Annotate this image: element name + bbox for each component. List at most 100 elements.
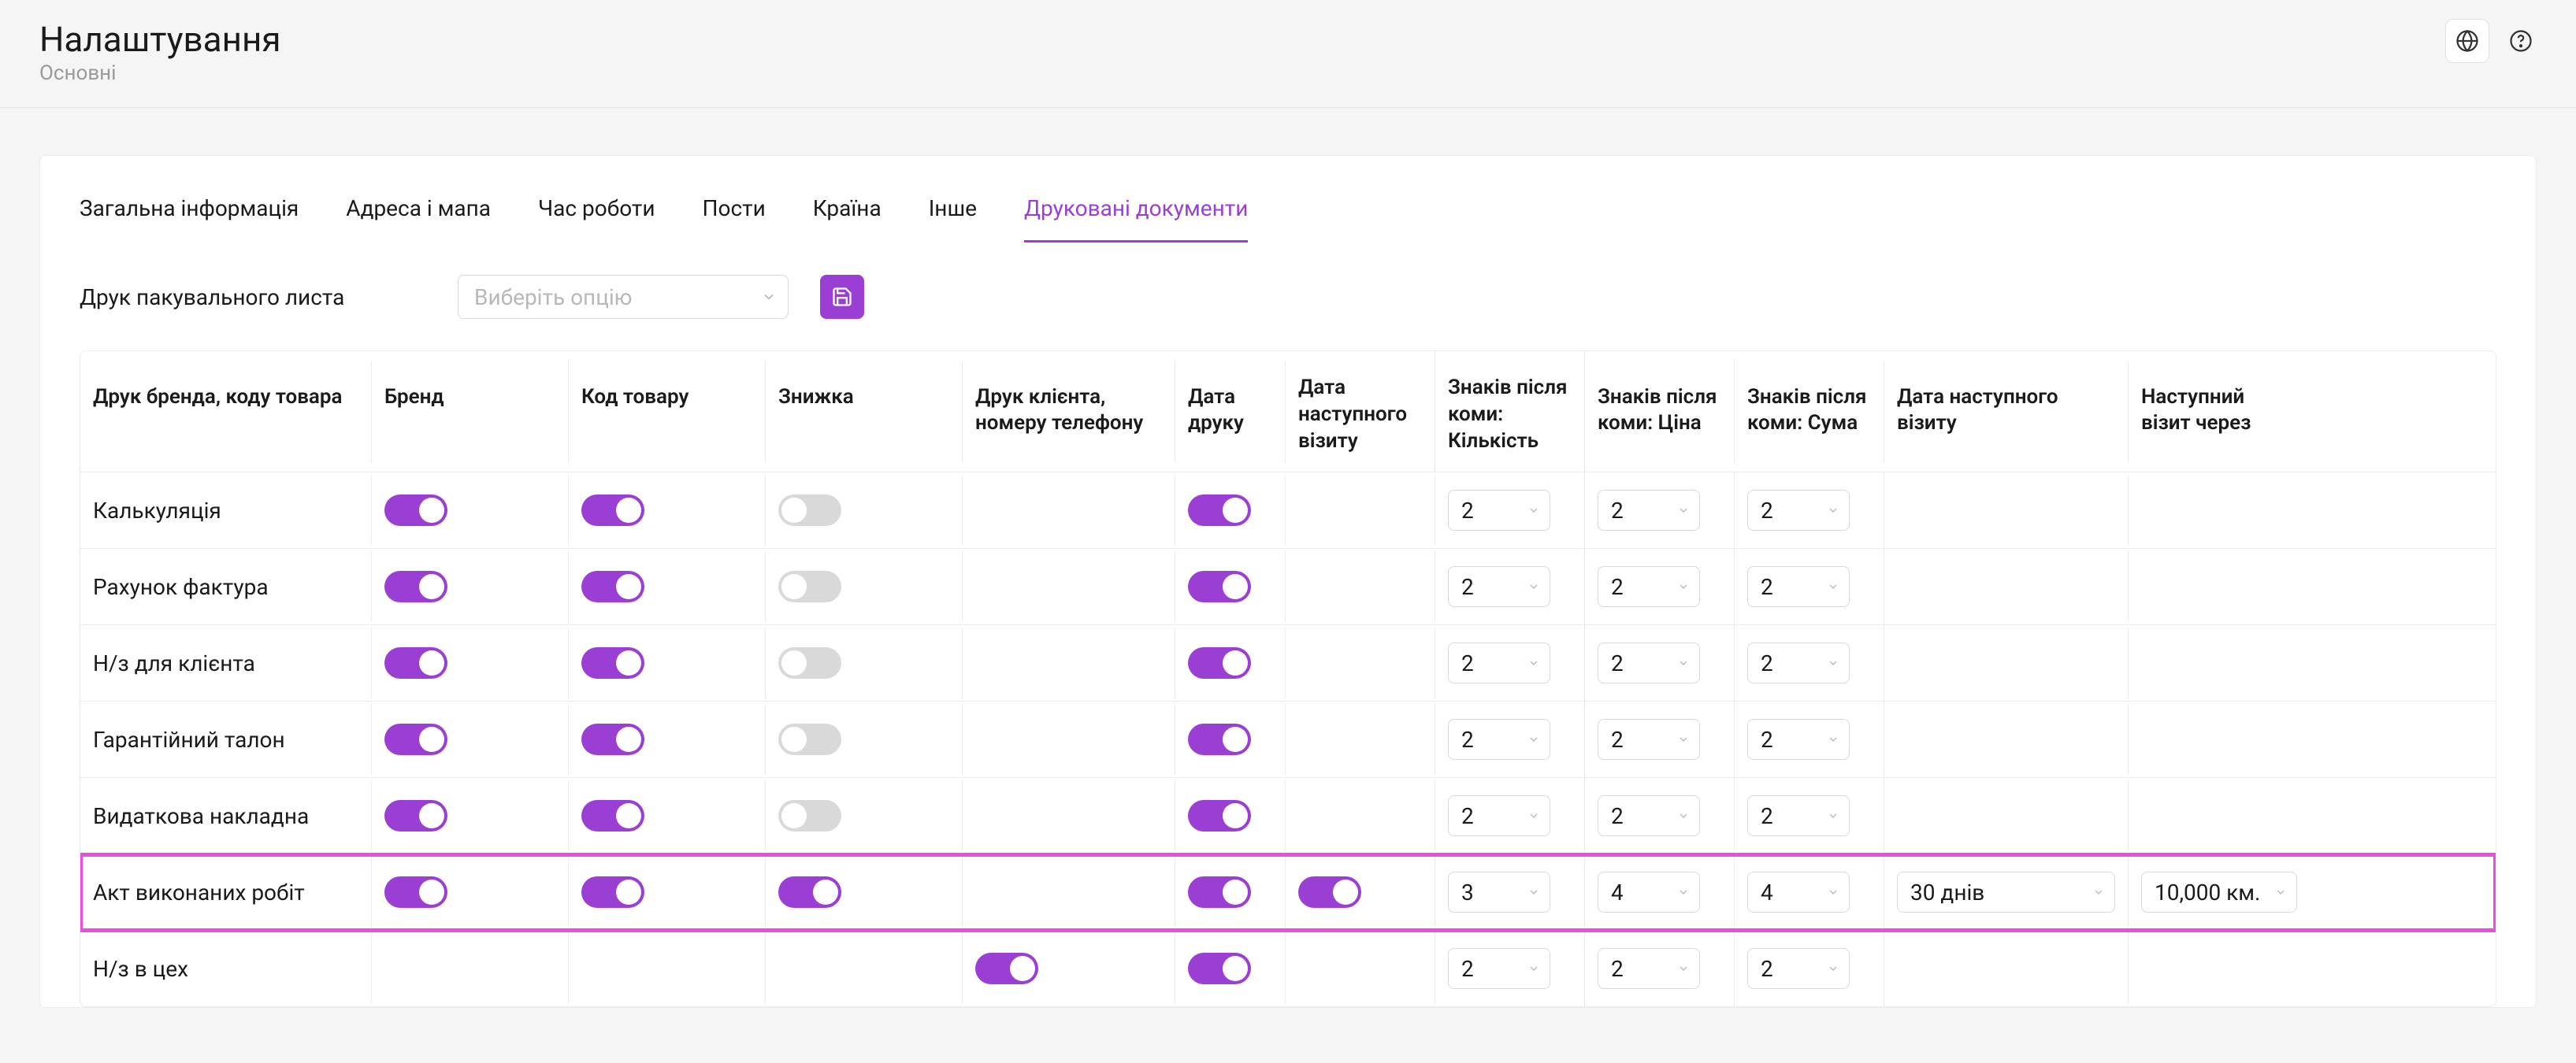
save-packing-button[interactable] bbox=[820, 275, 864, 319]
tab-2[interactable]: Час роботи bbox=[538, 195, 655, 243]
cell-client bbox=[963, 551, 1175, 622]
cell-discount bbox=[766, 780, 963, 851]
tab-0[interactable]: Загальна інформація bbox=[80, 195, 299, 243]
brand-toggle[interactable] bbox=[384, 494, 447, 526]
chevron-down-icon bbox=[1527, 580, 1540, 593]
cell-decimals-sum: 2 bbox=[1735, 702, 1884, 777]
decimals-sum-select[interactable]: 2 bbox=[1747, 490, 1850, 531]
cell-printdate bbox=[1175, 704, 1286, 775]
discount-toggle[interactable] bbox=[778, 876, 841, 908]
tab-3[interactable]: Пости bbox=[703, 195, 766, 243]
cell-nextvisit-thru: 10,000 км. bbox=[2129, 854, 2310, 930]
cell-nextvisit-toggle bbox=[1286, 933, 1435, 1004]
code-toggle[interactable] bbox=[581, 647, 644, 679]
chevron-down-icon bbox=[1527, 504, 1540, 517]
cell-nextvisit-thru bbox=[2129, 551, 2310, 622]
decimals-price-select[interactable]: 2 bbox=[1598, 490, 1700, 531]
decimals-qty-select[interactable]: 2 bbox=[1448, 948, 1550, 989]
decimals-qty-select[interactable]: 2 bbox=[1448, 490, 1550, 531]
cell-nextvisit-date bbox=[1884, 551, 2129, 622]
brand-toggle[interactable] bbox=[384, 876, 447, 908]
brand-toggle[interactable] bbox=[384, 724, 447, 755]
printdate-toggle[interactable] bbox=[1188, 571, 1251, 602]
decimals-qty-select[interactable]: 3 bbox=[1448, 872, 1550, 913]
table-header-9: Знаків після коми: Сума bbox=[1735, 361, 1884, 463]
cell-code bbox=[569, 933, 766, 1004]
brand-toggle[interactable] bbox=[384, 647, 447, 679]
select-value: 2 bbox=[1611, 650, 1624, 676]
decimals-price-select[interactable]: 2 bbox=[1598, 566, 1700, 607]
decimals-qty-select[interactable]: 2 bbox=[1448, 719, 1550, 760]
printdate-toggle[interactable] bbox=[1188, 876, 1251, 908]
code-toggle[interactable] bbox=[581, 724, 644, 755]
cell-code bbox=[569, 857, 766, 928]
brand-toggle[interactable] bbox=[384, 800, 447, 832]
select-value: 2 bbox=[1761, 498, 1773, 524]
row-name: Н/з в цех bbox=[80, 933, 372, 1004]
printdate-toggle[interactable] bbox=[1188, 800, 1251, 832]
language-button[interactable] bbox=[2445, 19, 2489, 63]
decimals-qty-select[interactable]: 2 bbox=[1448, 643, 1550, 683]
chevron-down-icon bbox=[1527, 657, 1540, 669]
printdate-toggle[interactable] bbox=[1188, 494, 1251, 526]
cell-code bbox=[569, 780, 766, 851]
decimals-qty-select[interactable]: 2 bbox=[1448, 795, 1550, 836]
printdate-toggle[interactable] bbox=[1188, 724, 1251, 755]
decimals-sum-select[interactable]: 4 bbox=[1747, 872, 1850, 913]
select-value: 30 днів bbox=[1910, 880, 1984, 906]
brand-toggle[interactable] bbox=[384, 571, 447, 602]
select-value: 2 bbox=[1761, 727, 1773, 753]
decimals-qty-select[interactable]: 2 bbox=[1448, 566, 1550, 607]
tab-4[interactable]: Країна bbox=[813, 195, 882, 243]
discount-toggle[interactable] bbox=[778, 571, 841, 602]
decimals-sum-select[interactable]: 2 bbox=[1747, 643, 1850, 683]
cell-nextvisit-thru bbox=[2129, 704, 2310, 775]
cell-nextvisit-date bbox=[1884, 780, 2129, 851]
client-toggle[interactable] bbox=[975, 953, 1038, 984]
tabs-bar: Загальна інформація Адреса і мапа Час робо… bbox=[80, 195, 2496, 243]
discount-toggle[interactable] bbox=[778, 800, 841, 832]
decimals-sum-select[interactable]: 2 bbox=[1747, 719, 1850, 760]
cell-decimals-qty: 2 bbox=[1435, 702, 1585, 777]
discount-toggle[interactable] bbox=[778, 494, 841, 526]
tab-5[interactable]: Інше bbox=[929, 195, 977, 243]
decimals-price-select[interactable]: 2 bbox=[1598, 719, 1700, 760]
select-placeholder: Виберіть опцію bbox=[474, 284, 632, 310]
table-header-5: Дата друку bbox=[1175, 361, 1286, 463]
decimals-sum-select[interactable]: 2 bbox=[1747, 948, 1850, 989]
discount-toggle[interactable] bbox=[778, 724, 841, 755]
code-toggle[interactable] bbox=[581, 494, 644, 526]
code-toggle[interactable] bbox=[581, 571, 644, 602]
decimals-price-select[interactable]: 2 bbox=[1598, 948, 1700, 989]
cell-decimals-qty: 2 bbox=[1435, 549, 1585, 624]
cell-nextvisit-thru bbox=[2129, 780, 2310, 851]
decimals-sum-select[interactable]: 2 bbox=[1747, 566, 1850, 607]
content-area: Загальна інформація Адреса і мапа Час робо… bbox=[0, 108, 2576, 1055]
nextvisit-date-select[interactable]: 30 днів bbox=[1897, 872, 2115, 913]
printdate-toggle[interactable] bbox=[1188, 953, 1251, 984]
chevron-down-icon bbox=[1677, 809, 1690, 822]
chevron-down-icon bbox=[1677, 504, 1690, 517]
row-name: Гарантійний талон bbox=[80, 704, 372, 775]
cell-nextvisit-thru bbox=[2129, 475, 2310, 546]
printdate-toggle[interactable] bbox=[1188, 647, 1251, 679]
cell-code bbox=[569, 475, 766, 546]
packing-list-select[interactable]: Виберіть опцію bbox=[458, 275, 789, 319]
tab-1[interactable]: Адреса і мапа bbox=[346, 195, 491, 243]
cell-nextvisit-toggle bbox=[1286, 551, 1435, 622]
select-value: 2 bbox=[1461, 574, 1474, 600]
nextvisit-thru-select[interactable]: 10,000 км. bbox=[2141, 872, 2297, 913]
nextvisit-toggle[interactable] bbox=[1298, 876, 1361, 908]
code-toggle[interactable] bbox=[581, 876, 644, 908]
decimals-price-select[interactable]: 2 bbox=[1598, 795, 1700, 836]
select-value: 2 bbox=[1761, 956, 1773, 982]
tab-6[interactable]: Друковані документи bbox=[1024, 195, 1248, 243]
discount-toggle[interactable] bbox=[778, 647, 841, 679]
decimals-price-select[interactable]: 2 bbox=[1598, 643, 1700, 683]
row-name: Акт виконаних робіт bbox=[80, 857, 372, 928]
code-toggle[interactable] bbox=[581, 800, 644, 832]
chevron-down-icon bbox=[1827, 886, 1839, 898]
decimals-price-select[interactable]: 4 bbox=[1598, 872, 1700, 913]
help-button[interactable] bbox=[2505, 25, 2537, 57]
decimals-sum-select[interactable]: 2 bbox=[1747, 795, 1850, 836]
